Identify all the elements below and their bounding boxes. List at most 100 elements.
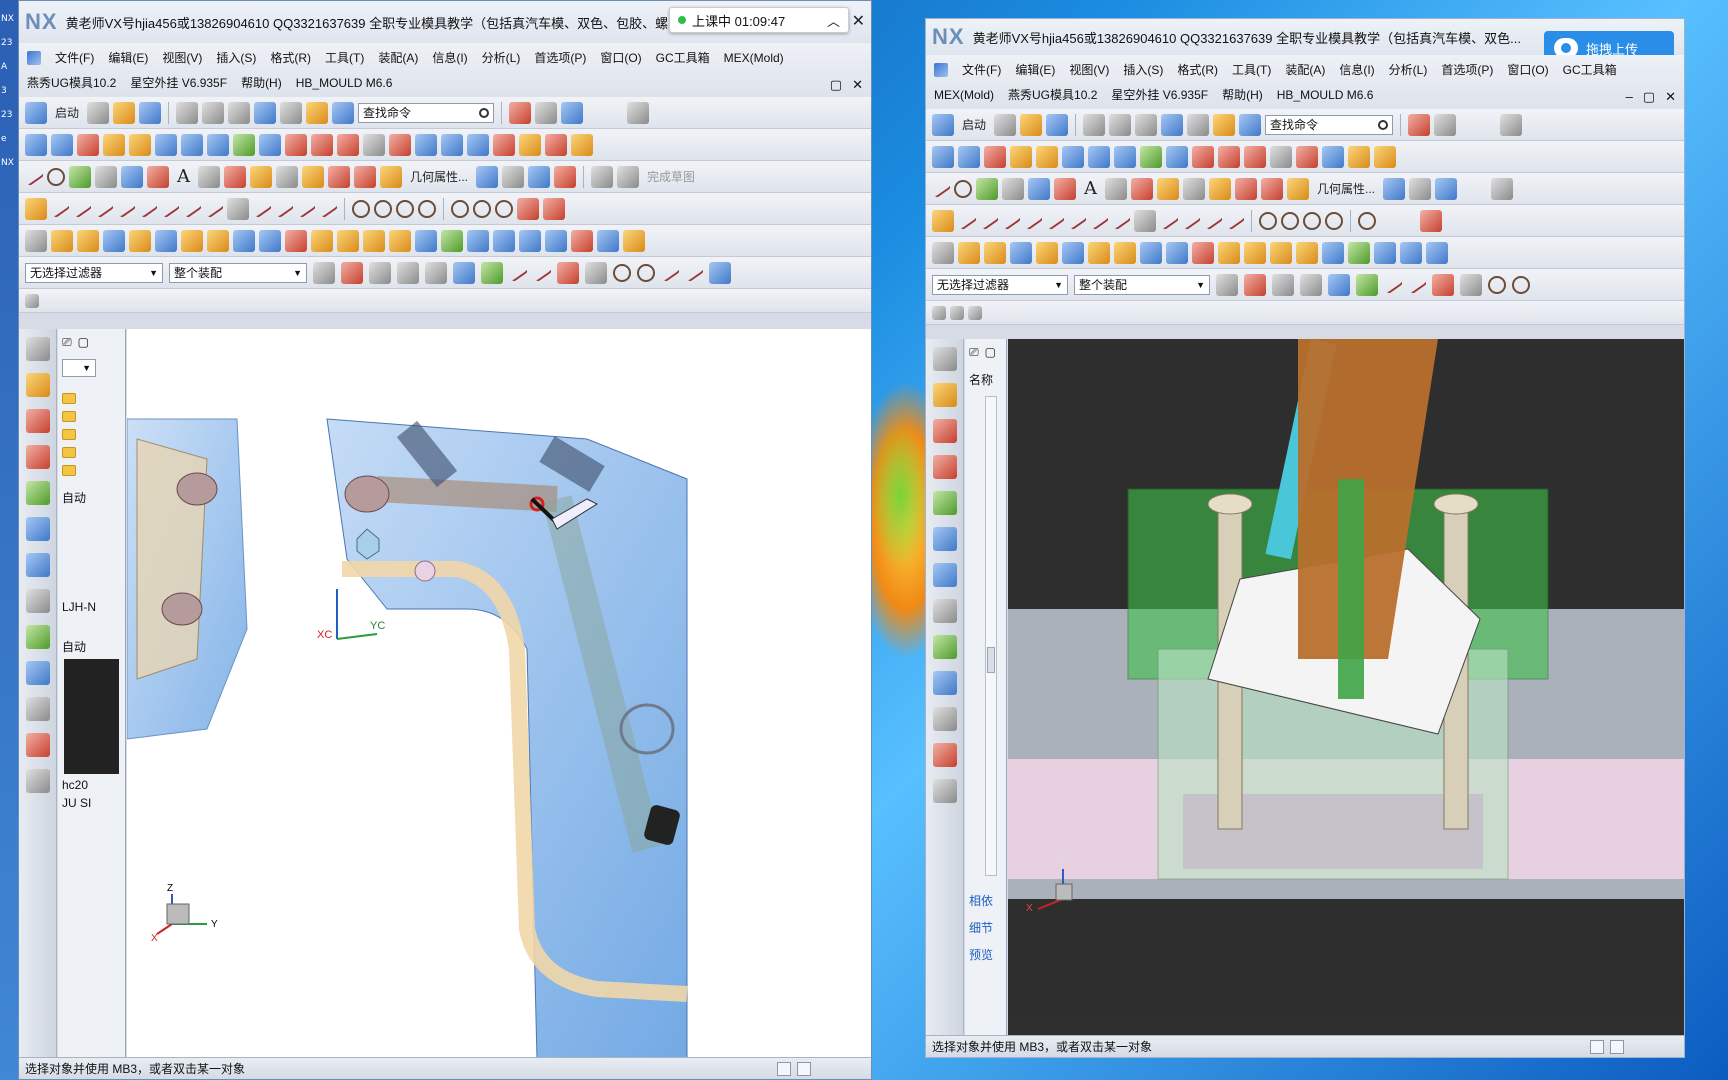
part-navigator-icon[interactable]	[25, 445, 50, 469]
manufacturing-wizard-icon[interactable]	[932, 707, 957, 731]
menu-item[interactable]: 格式(R)	[1177, 57, 1218, 82]
process-studio-icon[interactable]	[932, 671, 957, 695]
chevron-down-icon[interactable]: ▼	[1054, 280, 1063, 290]
menu-item[interactable]: 装配(A)	[378, 45, 418, 70]
snap-icon[interactable]	[1272, 273, 1294, 296]
start-button[interactable]: 启动	[51, 104, 83, 121]
menu-item[interactable]: MEX(Mold)	[724, 47, 784, 69]
line-icon[interactable]	[1110, 211, 1132, 230]
undo-icon[interactable]	[1161, 113, 1184, 136]
paste-icon[interactable]	[1135, 113, 1158, 136]
assembly-navigator-icon[interactable]	[932, 383, 957, 407]
grid-icon[interactable]	[227, 197, 249, 220]
feature-icon[interactable]	[1322, 241, 1344, 264]
restore-icon[interactable]: ▢	[830, 77, 842, 93]
assembly-icon[interactable]	[543, 197, 565, 220]
hd3d-icon[interactable]	[932, 527, 957, 551]
menu-item[interactable]: 窗口(O)	[600, 45, 641, 70]
tree-folder[interactable]	[58, 389, 125, 407]
block-icon[interactable]	[932, 241, 954, 264]
menu-item[interactable]: 帮助(H)	[1222, 82, 1263, 107]
manufacturing-wizard-icon[interactable]	[25, 697, 50, 721]
menu-item[interactable]: 插入(S)	[216, 45, 256, 70]
trim-icon[interactable]	[337, 133, 359, 156]
line-icon[interactable]	[1088, 211, 1110, 230]
menu-item[interactable]: 格式(R)	[270, 45, 311, 70]
system-scenes-icon[interactable]	[932, 779, 957, 803]
menu-item[interactable]: 燕秀UG模具10.2	[1008, 82, 1097, 107]
surface-tool-icon[interactable]	[441, 133, 463, 156]
line-icon[interactable]	[181, 199, 203, 218]
cut-icon[interactable]	[1083, 113, 1106, 136]
finish-sketch-button[interactable]: 完成草图	[643, 168, 699, 185]
undo-icon[interactable]	[254, 101, 277, 124]
desktop-icon-label[interactable]: NX	[1, 158, 18, 168]
tree-folder[interactable]	[58, 425, 125, 443]
curve-tool-icon[interactable]	[328, 165, 350, 188]
circle-icon[interactable]	[374, 199, 392, 218]
geometry-properties-button[interactable]: 几何属性...	[406, 168, 472, 185]
surface-tool-icon[interactable]	[207, 133, 229, 156]
web-browser-icon[interactable]	[25, 553, 50, 577]
menu-item[interactable]: MEX(Mold)	[934, 84, 994, 106]
surface-tool-icon[interactable]	[467, 133, 489, 156]
feature-icon[interactable]	[1088, 241, 1110, 264]
settings-icon[interactable]	[25, 337, 50, 361]
feature-icon[interactable]	[958, 241, 980, 264]
settings-icon[interactable]	[932, 347, 957, 371]
surface-tool-icon[interactable]	[51, 133, 73, 156]
line-icon[interactable]	[49, 199, 71, 218]
feature-icon[interactable]	[597, 229, 619, 252]
curve-tool-icon[interactable]	[224, 165, 246, 188]
menu-item[interactable]: HB_MOULD M6.6	[296, 72, 393, 94]
info-icon[interactable]	[332, 101, 355, 124]
line-icon[interactable]	[251, 199, 273, 218]
history-icon[interactable]	[25, 589, 50, 613]
trim-icon[interactable]	[1244, 145, 1266, 168]
surface-tool-icon[interactable]	[1114, 145, 1136, 168]
process-studio-icon[interactable]	[25, 661, 50, 685]
feature-icon[interactable]	[1192, 241, 1214, 264]
line-icon[interactable]	[1000, 211, 1022, 230]
surface-tool-icon[interactable]	[932, 145, 954, 168]
line-icon[interactable]	[115, 199, 137, 218]
feature-icon[interactable]	[1348, 241, 1370, 264]
menu-item[interactable]: 装配(A)	[1285, 57, 1325, 82]
fit-view-icon[interactable]	[509, 101, 532, 124]
line-icon[interactable]	[1202, 211, 1224, 230]
status-icon[interactable]	[777, 1061, 791, 1076]
sketch-mode-icon[interactable]	[25, 197, 47, 220]
extend-icon[interactable]	[363, 133, 385, 156]
feature-icon[interactable]	[441, 229, 463, 252]
feature-icon[interactable]	[363, 229, 385, 252]
snap-icon[interactable]	[341, 261, 363, 284]
cube-view-icon[interactable]	[561, 101, 584, 124]
status-icon[interactable]	[1590, 1039, 1604, 1054]
line-icon[interactable]	[203, 199, 225, 218]
line-icon[interactable]	[1224, 211, 1246, 230]
line-icon[interactable]	[1158, 211, 1180, 230]
feature-icon[interactable]	[1114, 241, 1136, 264]
line-icon[interactable]	[23, 167, 45, 186]
circle-icon[interactable]	[473, 199, 491, 218]
line-icon[interactable]	[1066, 211, 1088, 230]
geometry-properties-button[interactable]: 几何属性...	[1313, 180, 1379, 197]
snap-icon[interactable]	[507, 263, 529, 282]
feature-icon[interactable]	[77, 229, 99, 252]
render-style-icon[interactable]	[1434, 113, 1457, 136]
system-scenes-icon[interactable]	[25, 769, 50, 793]
feature-icon[interactable]	[415, 229, 437, 252]
copy-icon[interactable]	[1109, 113, 1132, 136]
menu-item[interactable]: GC工具箱	[1563, 57, 1617, 82]
mesh-icon[interactable]	[984, 145, 1006, 168]
menu-item[interactable]: 帮助(H)	[241, 70, 282, 95]
desktop-icon-label[interactable]: 23	[1, 110, 18, 120]
selection-filter-dropdown[interactable]: 无选择过滤器 ▼	[25, 262, 163, 283]
trim-icon[interactable]	[493, 133, 515, 156]
copy-icon[interactable]	[202, 101, 225, 124]
circle-icon[interactable]	[352, 199, 370, 218]
surface-tool-icon[interactable]	[155, 133, 177, 156]
curve-tool-icon[interactable]	[1383, 177, 1406, 200]
history-icon[interactable]	[932, 599, 957, 623]
sketch-icon[interactable]	[1491, 177, 1514, 200]
